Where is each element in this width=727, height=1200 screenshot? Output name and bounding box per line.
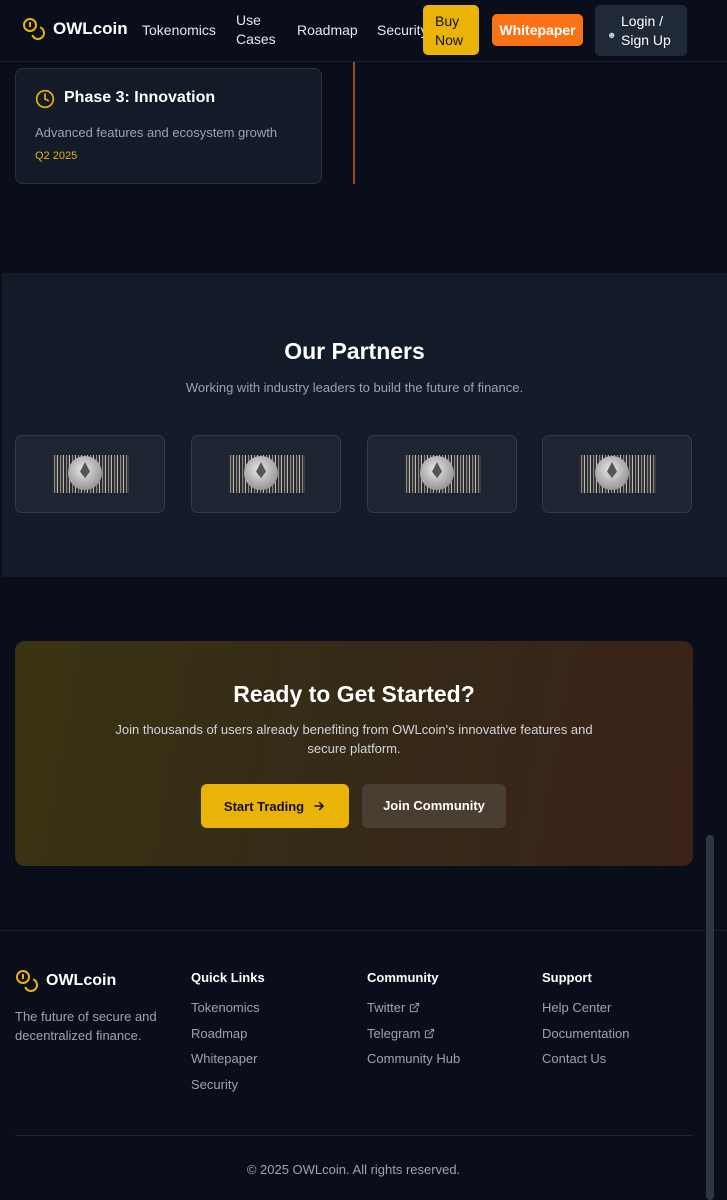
footer-community: Community Twitter Telegram Community Hub (367, 970, 460, 1075)
phase-date: Q2 2025 (35, 150, 78, 162)
footer-top-border (0, 930, 727, 931)
external-link-icon (410, 1002, 420, 1013)
cta-section: Ready to Get Started? Join thousands of … (15, 641, 693, 866)
nav-link-security[interactable]: Security (377, 21, 428, 40)
footer-link-roadmap[interactable]: Roadmap (191, 1024, 265, 1043)
footer-link-whitepaper[interactable]: Whitepaper (191, 1049, 265, 1068)
cta-description: Join thousands of users already benefiti… (115, 722, 593, 756)
start-trading-label: Start Trading (223, 798, 305, 814)
arrow-right-icon (314, 801, 324, 811)
footer-link-help-center[interactable]: Help Center (542, 998, 629, 1017)
partner-logo-image (228, 455, 305, 493)
user-icon: ☻ (607, 30, 617, 40)
page-scrollbar[interactable] (706, 835, 714, 1200)
footer-link-community-hub[interactable]: Community Hub (367, 1049, 460, 1068)
partner-card[interactable] (542, 435, 692, 513)
login-signup-label: Login / Sign Up (621, 13, 671, 48)
footer-heading-support: Support (542, 970, 592, 985)
roadmap-phase-card: Phase 3: Innovation Advanced features an… (15, 68, 322, 184)
coins-icon (16, 970, 38, 992)
footer-tagline: The future of secure and decentralized f… (15, 1009, 157, 1043)
login-signup-button[interactable]: ☻ Login / Sign Up (595, 5, 687, 56)
partner-logo-image (579, 455, 656, 493)
start-trading-button[interactable]: Start Trading (201, 784, 349, 828)
footer-link-documentation[interactable]: Documentation (542, 1024, 629, 1043)
footer-link-telegram[interactable]: Telegram (367, 1024, 460, 1043)
partner-card[interactable] (15, 435, 165, 513)
whitepaper-button[interactable]: Whitepaper (492, 14, 583, 46)
partner-logo-image (52, 455, 129, 493)
partners-title: Our Partners (284, 338, 425, 364)
buy-now-button[interactable]: Buy Now (423, 5, 479, 55)
phase-description: Advanced features and ecosystem growth (35, 125, 278, 140)
footer-heading-community: Community (367, 970, 439, 985)
join-community-button[interactable]: Join Community (362, 784, 506, 828)
cta-title: Ready to Get Started? (233, 681, 475, 707)
roadmap-timeline-line (353, 62, 355, 184)
footer-link-security[interactable]: Security (191, 1075, 265, 1094)
top-navbar: OWLcoin Tokenomics Use Cases Roadmap Sec… (0, 0, 727, 62)
footer-brand-name: OWLcoin (46, 972, 117, 989)
footer-link-tokenomics[interactable]: Tokenomics (191, 998, 265, 1017)
partner-logo-image (404, 455, 481, 493)
clock-icon (35, 89, 55, 109)
footer-divider (15, 1135, 693, 1136)
brand-logo-link[interactable]: OWLcoin (22, 17, 128, 41)
footer-quick-links: Quick Links Tokenomics Roadmap Whitepape… (191, 970, 265, 1100)
footer-link-contact-us[interactable]: Contact Us (542, 1049, 629, 1068)
partner-card[interactable] (367, 435, 517, 513)
coins-icon (23, 18, 45, 40)
copyright-text: © 2025 OWLcoin. All rights reserved. (246, 1162, 461, 1177)
brand-name: OWLcoin (53, 19, 128, 38)
external-link-icon (425, 1028, 435, 1038)
footer-link-twitter-label: Twitter (367, 1000, 406, 1015)
partners-subtitle: Working with industry leaders to build t… (185, 380, 524, 395)
partner-card[interactable] (191, 435, 341, 513)
nav-link-use-cases[interactable]: Use Cases (236, 11, 276, 49)
partners-section: Our Partners Working with industry leade… (2, 273, 727, 577)
phase-title: Phase 3: Innovation (64, 89, 216, 106)
footer-link-twitter[interactable]: Twitter (367, 998, 460, 1017)
footer-brand[interactable]: OWLcoin (15, 969, 116, 993)
nav-link-tokenomics[interactable]: Tokenomics (142, 21, 216, 40)
footer-link-telegram-label: Telegram (367, 1025, 421, 1041)
nav-link-roadmap[interactable]: Roadmap (297, 21, 358, 40)
footer-heading-quick-links: Quick Links (191, 970, 265, 985)
footer-support: Support Help Center Documentation Contac… (542, 970, 629, 1075)
